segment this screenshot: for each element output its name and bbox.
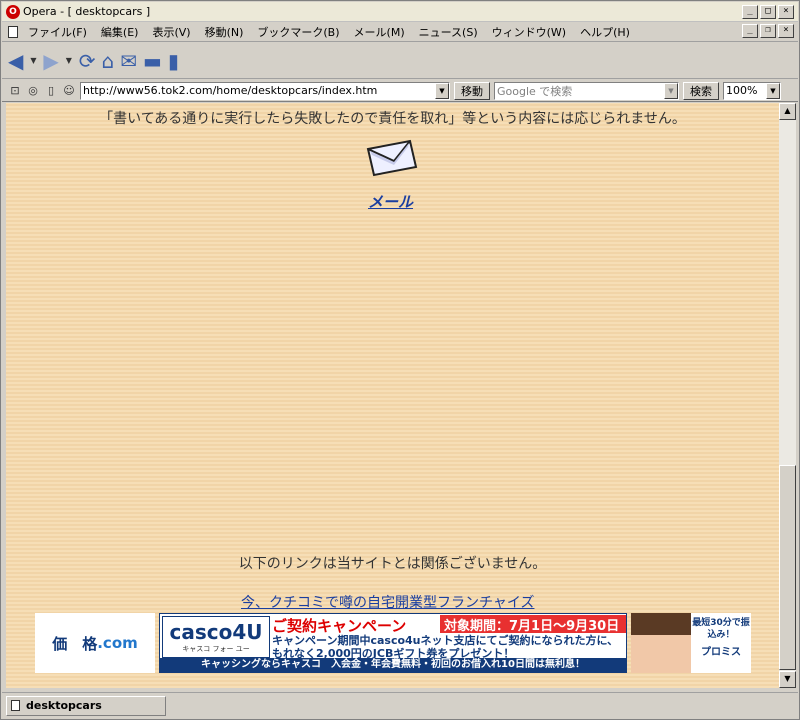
forward-arrow-icon[interactable]: ▶ <box>43 49 58 73</box>
lock-icon[interactable]: ⊡ <box>8 84 22 98</box>
hotlist-icon[interactable]: ✉ <box>120 49 137 73</box>
casco-banner[interactable]: casco4U キャスコ フォー ユー ご契約キャンペーン 対象期間：7月1日〜… <box>159 613 627 673</box>
address-bar: ⊡ ◎ ▯ ☺ http://www56.tok2.com/home/deskt… <box>2 80 798 102</box>
title-bar: O Opera - [ desktopcars ] _ □ × <box>2 2 798 22</box>
menu-help[interactable]: ヘルプ(H) <box>580 24 630 40</box>
menu-navigate[interactable]: 移動(N) <box>205 24 244 40</box>
mail-link[interactable]: メール <box>368 191 413 212</box>
envelope-icon[interactable] <box>366 139 418 177</box>
url-dropdown-icon[interactable]: ▼ <box>435 82 449 99</box>
menu-edit[interactable]: 編集(E) <box>101 24 139 40</box>
kakaku-banner-suffix: .com <box>97 634 138 652</box>
browser-window: O Opera - [ desktopcars ] _ □ × ファイル(F) … <box>0 0 800 720</box>
zoom-dropdown-icon[interactable]: ▼ <box>766 82 780 99</box>
page-info-icon[interactable]: ▯ <box>44 84 58 98</box>
back-history-dropdown-icon[interactable]: ▼ <box>29 49 37 73</box>
new-page-icon[interactable]: ▮ <box>168 49 179 73</box>
casco-campaign-body: キャンペーン期間中casco4uネット支店にてご契約になられた方に、もれなく2,… <box>272 634 619 660</box>
menu-file[interactable]: ファイル(F) <box>28 24 87 40</box>
forward-history-dropdown-icon[interactable]: ▼ <box>65 49 73 73</box>
menu-bookmarks[interactable]: ブックマーク(B) <box>257 24 339 40</box>
search-engine-dropdown-icon[interactable]: ▼ <box>664 82 678 99</box>
navigation-toolbar: ◀ ▼ ▶ ▼ ⟳ ⌂ ✉ ▬ ▮ <box>2 43 798 79</box>
mdi-restore-button[interactable]: ❐ <box>760 24 776 38</box>
reload-icon[interactable]: ⟳ <box>79 49 96 73</box>
camera-icon[interactable]: ◎ <box>26 84 40 98</box>
vertical-scrollbar[interactable]: ▲ ▼ <box>779 103 796 688</box>
scroll-up-icon[interactable]: ▲ <box>779 103 796 120</box>
minimize-button[interactable]: _ <box>742 5 758 19</box>
promise-model-photo <box>631 613 691 673</box>
page-content: 「書いてある通りに実行したら失敗したので責任を取れ」等という内容には応じられませ… <box>6 103 779 688</box>
casco-logo: casco4U キャスコ フォー ユー <box>162 616 270 658</box>
page-tab[interactable]: desktopcars <box>6 695 166 716</box>
url-input[interactable]: http://www56.tok2.com/home/desktopcars/i… <box>80 81 450 100</box>
status-bar: desktopcars <box>2 692 798 718</box>
search-button[interactable]: 検索 <box>683 81 719 100</box>
menu-mail[interactable]: メール(M) <box>354 24 405 40</box>
warning-text: 「書いてある通りに実行したら失敗したので責任を取れ」等という内容には応じられませ… <box>99 111 686 127</box>
franchise-ad-link[interactable]: 今、クチコミで噂の自宅開業型フランチャイズ <box>241 592 534 612</box>
kakaku-banner-text: 価 格 <box>52 634 98 653</box>
scroll-thumb[interactable] <box>779 465 796 670</box>
menu-news[interactable]: ニュース(S) <box>419 24 478 40</box>
casco-footer: キャッシングならキャスコ 入会金・年会費無料・初回のお借入れ10日間は無利息！ <box>160 658 626 672</box>
zoom-select[interactable]: 100% ▼ <box>723 81 781 100</box>
kakaku-banner[interactable]: 価 格 .com <box>35 613 155 673</box>
casco-campaign-title: ご契約キャンペーン <box>272 617 407 635</box>
maximize-button[interactable]: □ <box>760 5 776 19</box>
window-title: Opera - [ desktopcars ] <box>23 5 151 18</box>
mdi-close-button[interactable]: × <box>778 24 794 38</box>
opera-logo-icon: O <box>6 4 20 19</box>
user-icon[interactable]: ☺ <box>62 84 76 98</box>
mdi-minimize-button[interactable]: _ <box>742 24 758 38</box>
home-icon[interactable]: ⌂ <box>102 49 115 73</box>
print-icon[interactable]: ▬ <box>143 49 162 73</box>
casco-campaign-period: 対象期間：7月1日〜9月30日 <box>440 615 626 634</box>
back-arrow-icon[interactable]: ◀ <box>8 49 23 73</box>
search-input[interactable]: Google で検索 ▼ <box>494 81 679 100</box>
menu-bar: ファイル(F) 編集(E) 表示(V) 移動(N) ブックマーク(B) メール(… <box>2 22 798 42</box>
disclaimer-text: 以下のリンクは当サイトとは関係ございません。 <box>238 556 547 572</box>
go-button[interactable]: 移動 <box>454 81 490 100</box>
menu-view[interactable]: 表示(V) <box>152 24 190 40</box>
tab-page-icon <box>11 700 20 711</box>
tab-label: desktopcars <box>26 699 102 712</box>
promise-banner-text: 最短30分で振込み！ プロミス <box>692 618 750 658</box>
menu-window[interactable]: ウィンドウ(W) <box>492 24 566 40</box>
close-button[interactable]: × <box>778 5 794 19</box>
page-icon <box>8 25 18 38</box>
scroll-down-icon[interactable]: ▼ <box>779 671 796 688</box>
promise-banner[interactable]: 最短30分で振込み！ プロミス <box>631 613 751 673</box>
